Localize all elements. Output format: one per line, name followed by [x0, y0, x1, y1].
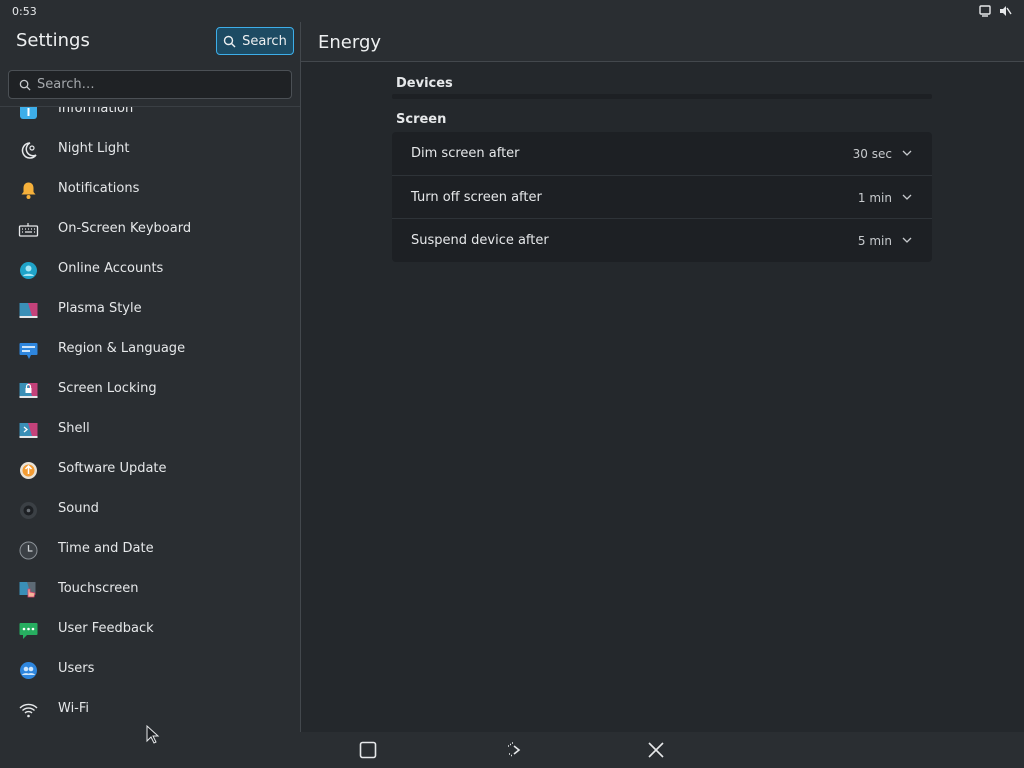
- user-feedback-icon: [18, 620, 39, 641]
- region-language-icon: [18, 340, 39, 361]
- screen-lock-icon: [18, 380, 39, 401]
- sidebar-item-label: Users: [58, 661, 95, 676]
- sidebar-item-label: Time and Date: [58, 541, 154, 556]
- home-icon[interactable]: [502, 740, 522, 760]
- sidebar-item-label: User Feedback: [58, 621, 154, 636]
- dim-screen-value[interactable]: 30 sec: [853, 147, 892, 161]
- sidebar-item-wifi[interactable]: Wi-Fi: [0, 690, 300, 730]
- sidebar-item-label: Screen Locking: [58, 381, 157, 396]
- sidebar-item-online-accounts[interactable]: Online Accounts: [0, 250, 300, 290]
- software-update-icon: [18, 460, 39, 481]
- sidebar-item-region-language[interactable]: Region & Language: [0, 330, 300, 370]
- shell-icon: [18, 420, 39, 441]
- clock: 0:53: [12, 5, 37, 18]
- sidebar-item-label: Online Accounts: [58, 261, 164, 276]
- sidebar: Settings Search Information Night Light …: [0, 22, 300, 732]
- row-label: Dim screen after: [411, 146, 520, 161]
- screen-settings-card: Dim screen after 30 sec Turn off screen …: [392, 132, 932, 262]
- sidebar-item-label: On-Screen Keyboard: [58, 221, 192, 236]
- wifi-icon: [18, 700, 39, 721]
- keyboard-icon: [18, 220, 39, 241]
- touchscreen-icon: [18, 580, 39, 601]
- search-field[interactable]: [8, 70, 292, 99]
- mouse-cursor-icon: [146, 725, 160, 744]
- sidebar-item-label: Shell: [58, 421, 90, 436]
- sidebar-item-software-update[interactable]: Software Update: [0, 450, 300, 490]
- info-icon: [18, 107, 39, 121]
- sidebar-item-screen-locking[interactable]: Screen Locking: [0, 370, 300, 410]
- sidebar-item-label: Wi-Fi: [58, 701, 90, 716]
- row-label: Turn off screen after: [411, 190, 542, 205]
- sound-icon: [18, 500, 39, 521]
- sidebar-item-touchscreen[interactable]: Touchscreen: [0, 570, 300, 610]
- system-tray: [978, 4, 1012, 18]
- status-bar: 0:53: [0, 0, 1024, 22]
- turn-off-screen-value[interactable]: 1 min: [858, 191, 892, 205]
- sidebar-item-plasma-style[interactable]: Plasma Style: [0, 290, 300, 330]
- page-title: Energy: [318, 32, 382, 53]
- settings-list[interactable]: Information Night Light Notifications On…: [0, 107, 300, 732]
- notification-icon[interactable]: [978, 4, 992, 18]
- sidebar-item-night-light[interactable]: Night Light: [0, 130, 300, 170]
- search-button-label: Search: [242, 33, 287, 49]
- sidebar-title: Settings: [16, 30, 90, 51]
- search-button[interactable]: Search: [216, 27, 294, 55]
- sidebar-item-shell[interactable]: Shell: [0, 410, 300, 450]
- sidebar-item-label: Software Update: [58, 461, 167, 476]
- devices-section-header: Devices: [396, 76, 453, 91]
- chevron-down-icon[interactable]: [902, 149, 912, 157]
- search-icon: [223, 35, 236, 47]
- sidebar-item-label: Sound: [58, 501, 99, 516]
- bell-icon: [18, 180, 39, 201]
- devices-list: [392, 94, 932, 99]
- online-accounts-icon: [18, 260, 39, 281]
- volume-muted-icon[interactable]: [998, 4, 1012, 18]
- sidebar-item-label: Night Light: [58, 141, 130, 156]
- sidebar-item-label: Information: [58, 107, 134, 116]
- sidebar-item-label: Region & Language: [58, 341, 186, 356]
- sidebar-item-sound[interactable]: Sound: [0, 490, 300, 530]
- sidebar-item-time-date[interactable]: Time and Date: [0, 530, 300, 570]
- sidebar-item-user-feedback[interactable]: User Feedback: [0, 610, 300, 650]
- plasma-style-icon: [18, 300, 39, 321]
- sidebar-item-information[interactable]: Information: [0, 107, 300, 130]
- row-label: Suspend device after: [411, 233, 549, 248]
- suspend-device-value[interactable]: 5 min: [858, 234, 892, 248]
- screen-section-header: Screen: [396, 112, 447, 127]
- sidebar-item-label: Notifications: [58, 181, 140, 196]
- search-icon: [19, 79, 31, 91]
- users-icon: [18, 660, 39, 681]
- chevron-down-icon[interactable]: [902, 236, 912, 244]
- suspend-device-row[interactable]: Suspend device after 5 min: [392, 218, 932, 262]
- chevron-down-icon[interactable]: [902, 193, 912, 201]
- turn-off-screen-row[interactable]: Turn off screen after 1 min: [392, 175, 932, 219]
- sidebar-item-users[interactable]: Users: [0, 650, 300, 690]
- sidebar-item-label: Touchscreen: [58, 581, 139, 596]
- clock-icon: [18, 540, 39, 561]
- sidebar-item-on-screen-keyboard[interactable]: On-Screen Keyboard: [0, 210, 300, 250]
- sidebar-item-label: Plasma Style: [58, 301, 142, 316]
- close-icon[interactable]: [646, 740, 666, 760]
- task-switcher-icon[interactable]: [358, 740, 378, 760]
- night-light-icon: [18, 140, 39, 161]
- dim-screen-row[interactable]: Dim screen after 30 sec: [392, 132, 932, 175]
- search-input[interactable]: [37, 77, 277, 92]
- sidebar-item-notifications[interactable]: Notifications: [0, 170, 300, 210]
